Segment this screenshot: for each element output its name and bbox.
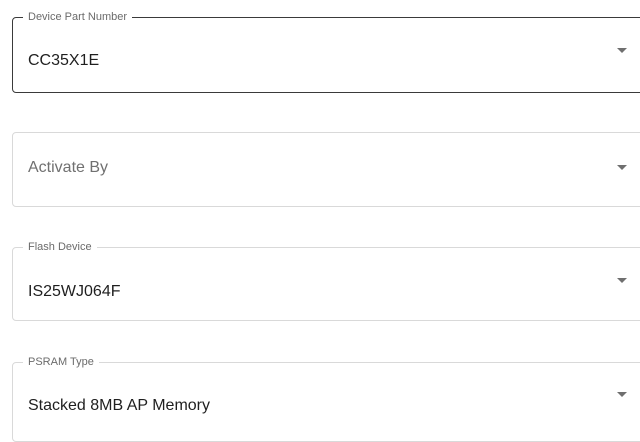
- dropdown-arrow-icon[interactable]: [617, 392, 627, 397]
- psram-type-value: Stacked 8MB AP Memory: [28, 397, 210, 414]
- activate-by-placeholder: Activate By: [28, 159, 109, 176]
- flash-device-label: Flash Device: [23, 240, 97, 254]
- dropdown-arrow-icon[interactable]: [617, 165, 627, 170]
- psram-type-label: PSRAM Type: [23, 355, 99, 369]
- activate-by-select[interactable]: Activate By: [12, 132, 640, 207]
- flash-device-select[interactable]: Flash Device IS25WJ064F: [12, 240, 640, 321]
- device-part-number-value: CC35X1E: [28, 52, 100, 69]
- device-part-number-label: Device Part Number: [23, 10, 133, 24]
- psram-type-select[interactable]: PSRAM Type Stacked 8MB AP Memory: [12, 355, 640, 442]
- flash-device-value: IS25WJ064F: [28, 283, 121, 300]
- dropdown-arrow-icon[interactable]: [617, 48, 627, 53]
- device-part-number-select[interactable]: Device Part Number CC35X1E: [12, 10, 640, 93]
- dropdown-arrow-icon[interactable]: [617, 278, 627, 283]
